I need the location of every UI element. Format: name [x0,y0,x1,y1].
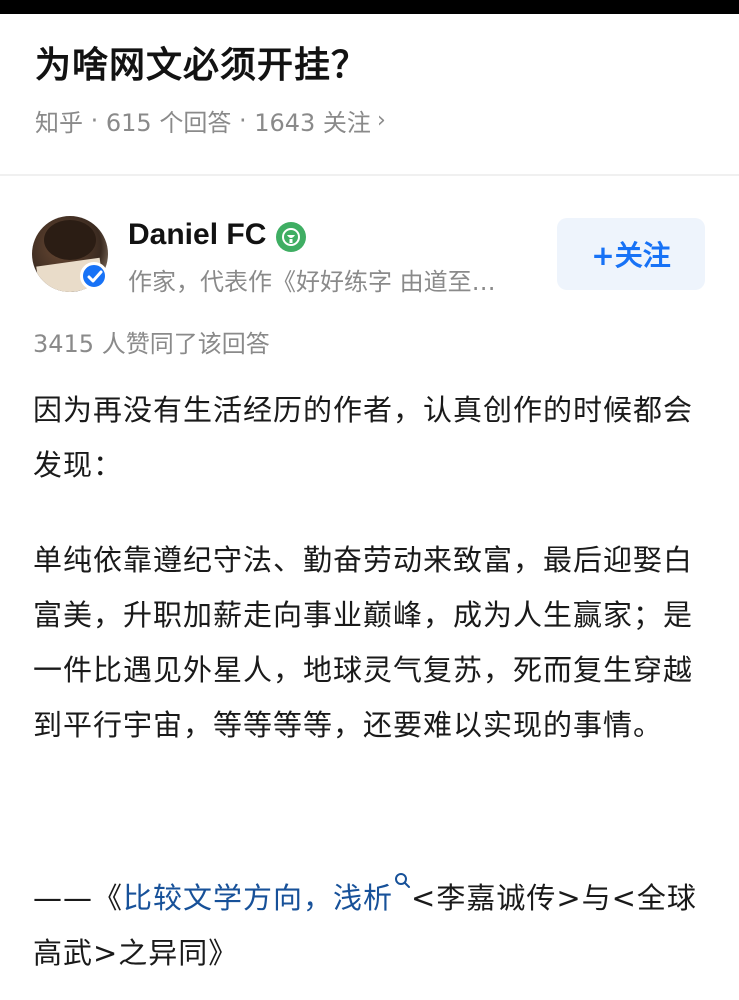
status-bar [0,0,739,14]
verified-icon [80,262,108,290]
answer-count: 615 个回答 [105,109,232,137]
citation-prefix: ——《 [33,881,124,915]
chevron-right-icon: › [376,108,386,133]
upvote-count: 3415 人赞同了该回答 [33,330,270,358]
answer-paragraph-1: 因为再没有生活经历的作者，认真创作的时候都会发现： [33,393,694,482]
search-icon[interactable] [393,871,411,901]
source-label: 知乎 [35,109,83,137]
search-link[interactable]: 比较文学方向，浅析 [123,881,393,915]
creator-badge-icon [276,222,306,252]
question-header: 为啥网文必须开挂？ 知乎 · 615 个回答 · 1643 关注 › [0,14,739,174]
question-title[interactable]: 为啥网文必须开挂？ [35,36,368,88]
meta-separator: · [231,106,255,135]
author-description: 作家，代表作《好好练字 由道至… [128,268,496,296]
question-meta[interactable]: 知乎 · 615 个回答 · 1643 关注 › [35,103,386,138]
author-name[interactable]: Daniel FC [128,218,266,252]
follower-count: 1643 关注 [254,109,371,137]
meta-separator: · [83,106,106,135]
answer-citation: ——《比较文学方向，浅析 <李嘉诚传>与<全球高武>之异同》 [33,871,713,981]
answer-paragraph-2: 单纯依靠遵纪守法、勤奋劳动来致富，最后迎娶白富美，升职加薪走向事业巅峰，成为人生… [33,543,694,742]
follow-button[interactable]: +关注 [557,218,705,290]
answer-card: Daniel FC 作家，代表作《好好练字 由道至… +关注 3415 人赞同了… [0,176,739,1000]
